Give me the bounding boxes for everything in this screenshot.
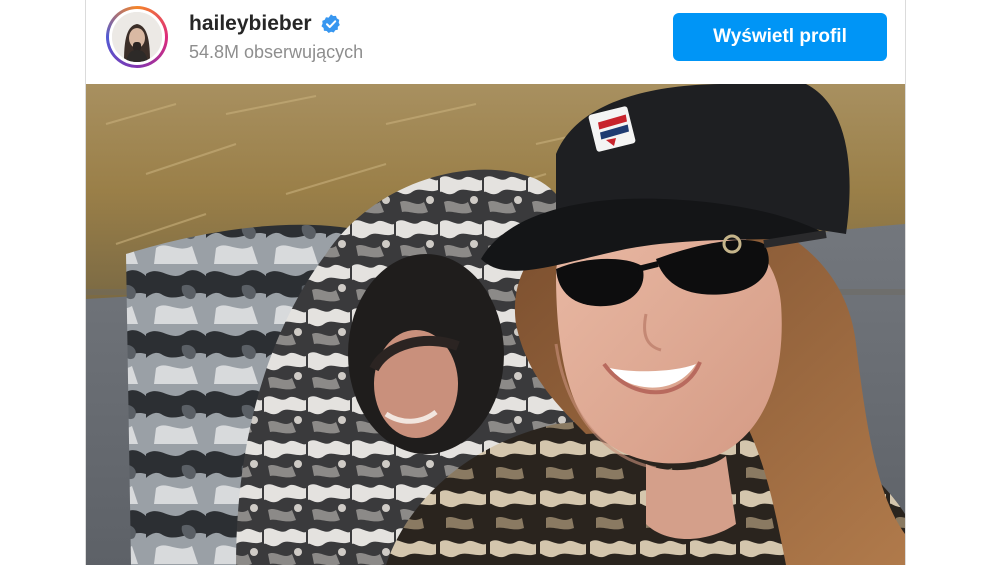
post-photo[interactable] — [86, 84, 905, 565]
avatar-ring-gap — [109, 9, 165, 65]
view-profile-button[interactable]: Wyświetl profil — [673, 13, 887, 61]
username[interactable]: haileybieber — [189, 12, 312, 36]
verified-badge-icon — [321, 14, 340, 33]
post-header: haileybieber 54.8M obserwujących Wyświet… — [86, 0, 905, 84]
photo-image — [86, 84, 905, 565]
followers-count: 54.8M obserwujących — [189, 42, 364, 62]
avatar-photo — [112, 12, 162, 62]
profile-avatar[interactable] — [106, 6, 168, 68]
instagram-embed-card: haileybieber 54.8M obserwujących Wyświet… — [85, 0, 906, 565]
avatar-image — [112, 12, 162, 62]
username-row: haileybieber — [189, 12, 342, 36]
